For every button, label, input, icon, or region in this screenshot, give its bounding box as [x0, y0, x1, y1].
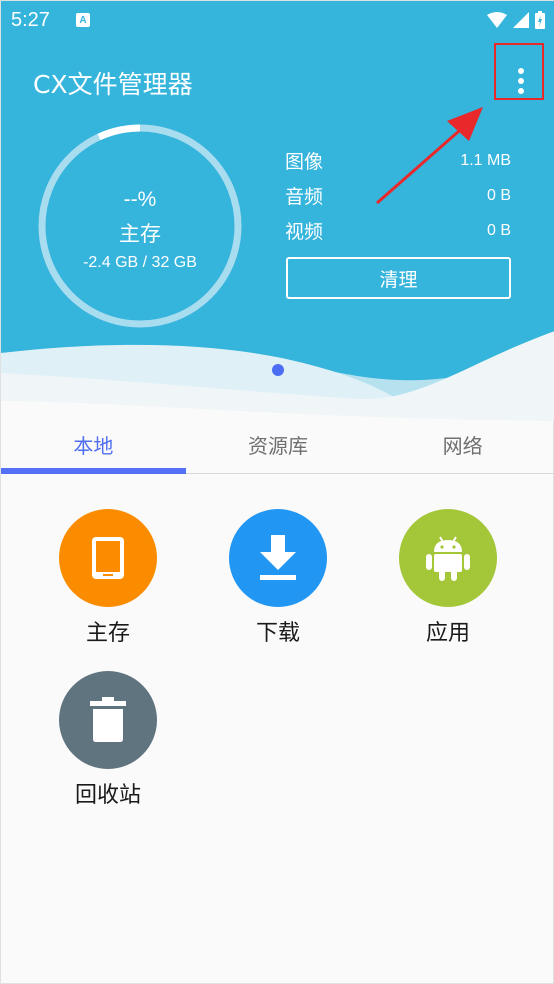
storage-label: 主存: [119, 222, 161, 246]
signal-icon: [513, 12, 529, 28]
clean-button[interactable]: 清理: [286, 257, 511, 299]
stat-value: 0 B: [486, 186, 511, 204]
stat-row-images: 图像 1.1 MB: [285, 143, 511, 178]
apps-circle: [399, 509, 497, 607]
tab-local[interactable]: 本地: [1, 416, 186, 474]
tab-library[interactable]: 资源库: [186, 416, 371, 473]
storage-ring[interactable]: --% 主存 -2.4 GB / 32 GB: [37, 123, 243, 329]
tablet-icon: [92, 537, 124, 579]
stat-label: 音频: [285, 186, 324, 208]
trash-icon: [90, 697, 126, 742]
grid-item-apps[interactable]: 应用: [368, 509, 528, 647]
download-icon: [260, 535, 296, 580]
grid-item-downloads[interactable]: 下载: [198, 509, 358, 647]
storage-percent: --%: [123, 188, 157, 211]
tab-network[interactable]: 网络: [370, 416, 554, 473]
stat-label: 视频: [285, 221, 324, 243]
storage-usage: -2.4 GB / 32 GB: [83, 254, 197, 271]
page-indicator-dot: [272, 364, 284, 376]
recycle-bin-circle: [59, 671, 157, 769]
grid-label: 主存: [85, 621, 130, 646]
stat-row-audio: 音频 0 B: [285, 178, 511, 213]
grid-label: 回收站: [74, 783, 141, 808]
app-title: CX文件管理器: [33, 70, 193, 99]
main-storage-circle: [59, 509, 157, 607]
notification-icon: A: [75, 13, 90, 27]
annotation-highlight-box: [494, 43, 544, 100]
android-icon: [426, 536, 470, 581]
media-stats: 图像 1.1 MB 音频 0 B 视频 0 B: [285, 143, 511, 248]
status-bar: 5:27 A: [1, 1, 554, 39]
stat-label: 图像: [285, 151, 324, 173]
stat-value: 0 B: [486, 221, 511, 239]
tab-bar: 本地 资源库 网络: [1, 416, 554, 474]
grid-label: 应用: [425, 621, 470, 646]
stat-value: 1.1 MB: [460, 151, 511, 169]
battery-charging-icon: [535, 11, 545, 29]
wifi-icon: [487, 12, 507, 28]
downloads-circle: [229, 509, 327, 607]
grid-item-main-storage[interactable]: 主存: [28, 509, 188, 647]
header-banner: 5:27 A CX文件管理器 --% 主存 -2.4 GB / 32 GB 图像: [1, 1, 554, 421]
grid-label: 下载: [255, 621, 300, 646]
stat-row-video: 视频 0 B: [285, 213, 511, 248]
status-time: 5:27: [11, 8, 50, 31]
grid-item-recycle-bin[interactable]: 回收站: [28, 671, 188, 809]
